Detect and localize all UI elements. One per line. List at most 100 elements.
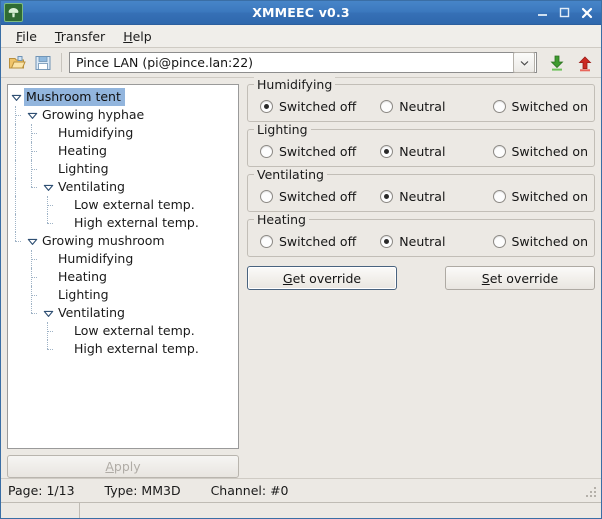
humidifying-switched-on[interactable]: Switched on (492, 99, 589, 114)
radio-group-ventilating: Switched off Neutral Switched on (254, 189, 588, 204)
tree-guide (24, 268, 40, 286)
tree-guide (24, 340, 40, 358)
override-panel: Humidifying Switched off Neutral Switche… (247, 77, 595, 478)
ventilating-switched-off[interactable]: Switched off (254, 189, 380, 204)
tree-item[interactable]: Low external temp. (8, 322, 238, 340)
chevron-down-icon[interactable] (40, 304, 56, 322)
tree-item[interactable]: Ventilating (8, 304, 238, 322)
humidifying-neutral[interactable]: Neutral (380, 99, 492, 114)
radio-group-heating: Switched off Neutral Switched on (254, 234, 588, 249)
status-page: Page: 1/13 (8, 483, 75, 498)
tree-item-label: Humidifying (58, 125, 134, 140)
humidifying-switched-off[interactable]: Switched off (254, 99, 380, 114)
tree-guide (8, 304, 24, 322)
tree-item[interactable]: Ventilating (8, 178, 238, 196)
connection-value[interactable]: Pince LAN (pi@pince.lan:22) (70, 55, 513, 70)
tree-item[interactable]: High external temp. (8, 214, 238, 232)
tree-guide (40, 340, 56, 358)
heating-neutral[interactable]: Neutral (380, 234, 492, 249)
tree-item-label: Humidifying (58, 251, 134, 266)
radio-label: Switched on (511, 99, 589, 114)
ventilating-neutral[interactable]: Neutral (380, 189, 492, 204)
status-type: Type: MM3D (104, 483, 181, 498)
app-window: XMMEEC v0.3 File Transfer Help Pince LAN… (0, 0, 602, 519)
lighting-neutral[interactable]: Neutral (380, 144, 492, 159)
connection-combobox[interactable]: Pince LAN (pi@pince.lan:22) (69, 52, 537, 73)
menu-help-rest: elp (132, 28, 152, 44)
radio-label: Switched on (511, 234, 589, 249)
resize-grip[interactable] (585, 486, 598, 499)
menu-transfer[interactable]: Transfer (46, 27, 114, 46)
radio-icon[interactable] (492, 235, 506, 248)
get-override-button[interactable]: Get override (247, 266, 397, 290)
group-humidifying-title: Humidifying (254, 77, 336, 92)
set-override-button[interactable]: Set override (445, 266, 595, 290)
tree-leaf-spacer (40, 268, 56, 286)
tree-guide (8, 196, 24, 214)
radio-icon[interactable] (380, 145, 394, 158)
chevron-down-icon[interactable] (513, 52, 535, 73)
tree-item[interactable]: Heating (8, 142, 238, 160)
radio-icon[interactable] (380, 190, 394, 203)
tree-item-label: Ventilating (58, 179, 125, 194)
close-button[interactable] (580, 6, 593, 19)
tree-guide (8, 160, 24, 178)
radio-icon[interactable] (260, 100, 273, 113)
radio-icon[interactable] (492, 100, 506, 113)
menu-file[interactable]: File (7, 27, 46, 46)
tree-item-label: High external temp. (74, 215, 199, 230)
tree-item[interactable]: Lighting (8, 160, 238, 178)
tree-item[interactable]: Mushroom tent (8, 88, 238, 106)
tree-guide (8, 340, 24, 358)
tree-item[interactable]: Growing mushroom (8, 232, 238, 250)
tree-item[interactable]: High external temp. (8, 340, 238, 358)
download-arrow-icon[interactable] (546, 52, 568, 74)
heating-switched-off[interactable]: Switched off (254, 234, 380, 249)
chevron-down-icon[interactable] (40, 178, 56, 196)
ventilating-switched-on[interactable]: Switched on (492, 189, 588, 204)
tree-guide (24, 304, 40, 322)
tree-item[interactable]: Humidifying (8, 250, 238, 268)
lighting-switched-off[interactable]: Switched off (254, 144, 380, 159)
tree-item[interactable]: Low external temp. (8, 196, 238, 214)
radio-label: Switched off (279, 99, 357, 114)
tree-item[interactable]: Growing hyphae (8, 106, 238, 124)
radio-icon[interactable] (260, 235, 273, 248)
device-tree[interactable]: Mushroom tent Growing hyphae Humidifying He… (7, 84, 239, 449)
tree-guide (8, 268, 24, 286)
chevron-down-icon[interactable] (24, 106, 40, 124)
open-folder-icon[interactable] (6, 52, 28, 74)
heating-switched-on[interactable]: Switched on (492, 234, 589, 249)
radio-icon[interactable] (260, 190, 273, 203)
apply-label-rest: pply (113, 459, 141, 474)
maximize-button[interactable] (558, 6, 571, 19)
minimize-button[interactable] (536, 6, 549, 19)
tree-guide (40, 214, 56, 232)
chevron-down-icon[interactable] (8, 88, 24, 106)
tree-leaf-spacer (56, 214, 72, 232)
lighting-switched-on[interactable]: Switched on (492, 144, 588, 159)
set-override-rest: et override (489, 270, 559, 286)
menu-file-rest: ile (22, 28, 37, 44)
floppy-save-icon[interactable] (32, 52, 54, 74)
radio-icon[interactable] (492, 145, 506, 158)
upload-arrow-icon[interactable] (574, 52, 596, 74)
menu-help[interactable]: Help (114, 27, 161, 46)
tree-item[interactable]: Heating (8, 268, 238, 286)
radio-icon[interactable] (260, 145, 273, 158)
radio-label: Switched off (279, 234, 357, 249)
tree-item[interactable]: Lighting (8, 286, 238, 304)
tree-guide (24, 142, 40, 160)
radio-icon[interactable] (380, 235, 394, 248)
tree-item-label: Low external temp. (74, 197, 195, 212)
tree-item[interactable]: Humidifying (8, 124, 238, 142)
radio-icon[interactable] (492, 190, 506, 203)
tree-item-label: Heating (58, 143, 107, 158)
get-override-accel: G (282, 270, 293, 286)
apply-button[interactable]: Apply (7, 455, 239, 478)
tree-guide (40, 196, 56, 214)
tree-leaf-spacer (56, 322, 72, 340)
radio-icon[interactable] (380, 100, 394, 113)
chevron-down-icon[interactable] (24, 232, 40, 250)
tree-item-label: Lighting (58, 287, 109, 302)
